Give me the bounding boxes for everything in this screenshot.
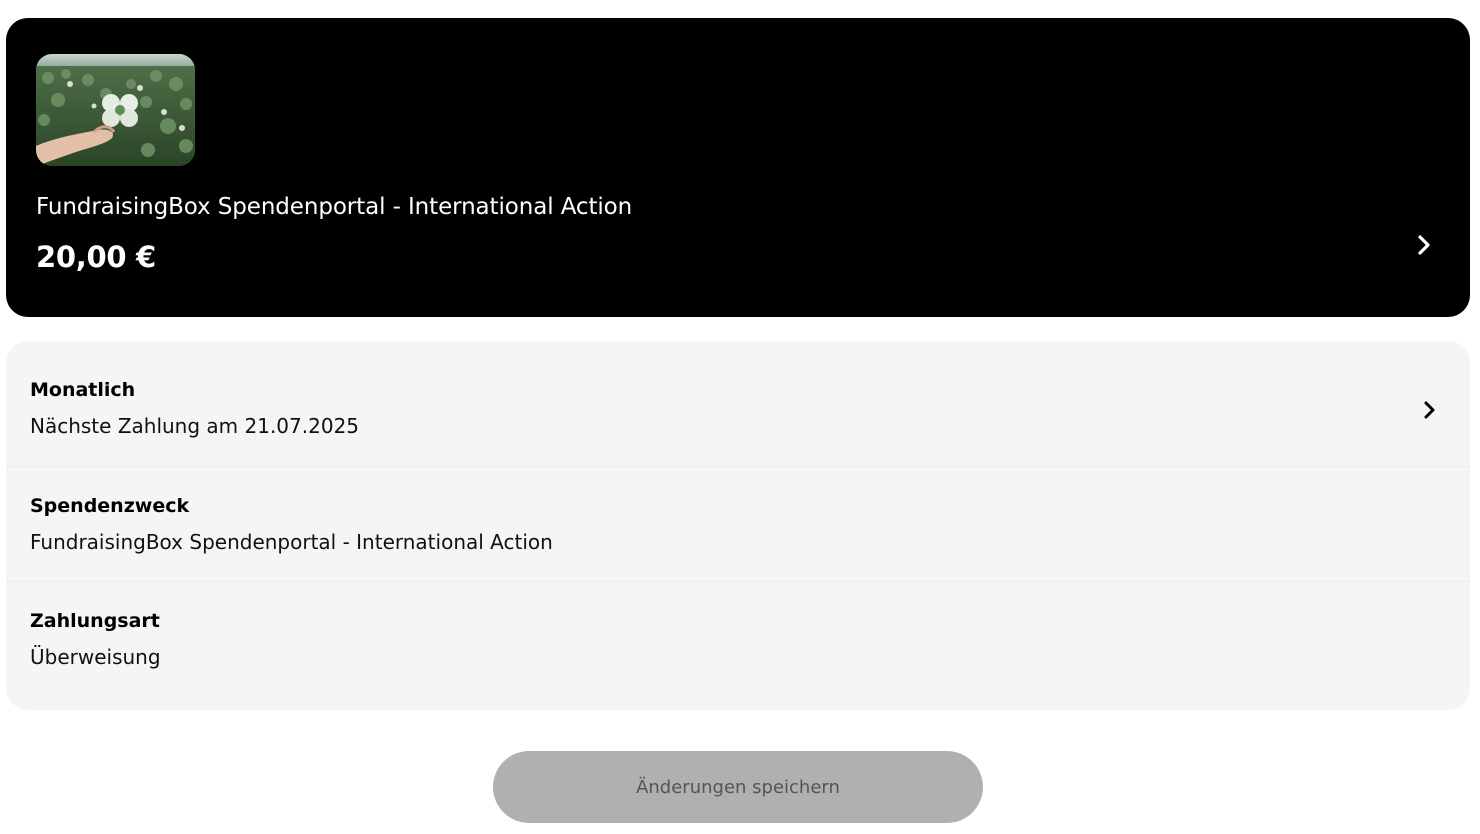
chevron-right-icon[interactable] xyxy=(1414,232,1434,258)
save-changes-button[interactable]: Änderungen speichern xyxy=(493,751,983,823)
purpose-label: Spendenzweck xyxy=(30,495,190,517)
payment-method-label: Zahlungsart xyxy=(30,610,160,632)
donation-details: Monatlich Nächste Zahlung am 21.07.2025 … xyxy=(6,341,1470,710)
next-payment-date: Nächste Zahlung am 21.07.2025 xyxy=(30,414,360,438)
frequency-row[interactable]: Monatlich Nächste Zahlung am 21.07.2025 xyxy=(6,341,1470,456)
purpose-row: Spendenzweck FundraisingBox Spendenporta… xyxy=(6,466,1470,581)
donation-amount: 20,00 € xyxy=(36,240,156,274)
campaign-image xyxy=(36,54,195,166)
payment-method-row: Zahlungsart Überweisung xyxy=(6,581,1470,710)
donation-card[interactable]: FundraisingBox Spendenportal - Internati… xyxy=(6,18,1470,317)
frequency-label: Monatlich xyxy=(30,379,136,401)
chevron-right-icon[interactable] xyxy=(1420,399,1438,421)
payment-method-value: Überweisung xyxy=(30,645,161,669)
purpose-value: FundraisingBox Spendenportal - Internati… xyxy=(30,530,553,554)
campaign-title: FundraisingBox Spendenportal - Internati… xyxy=(36,194,633,220)
